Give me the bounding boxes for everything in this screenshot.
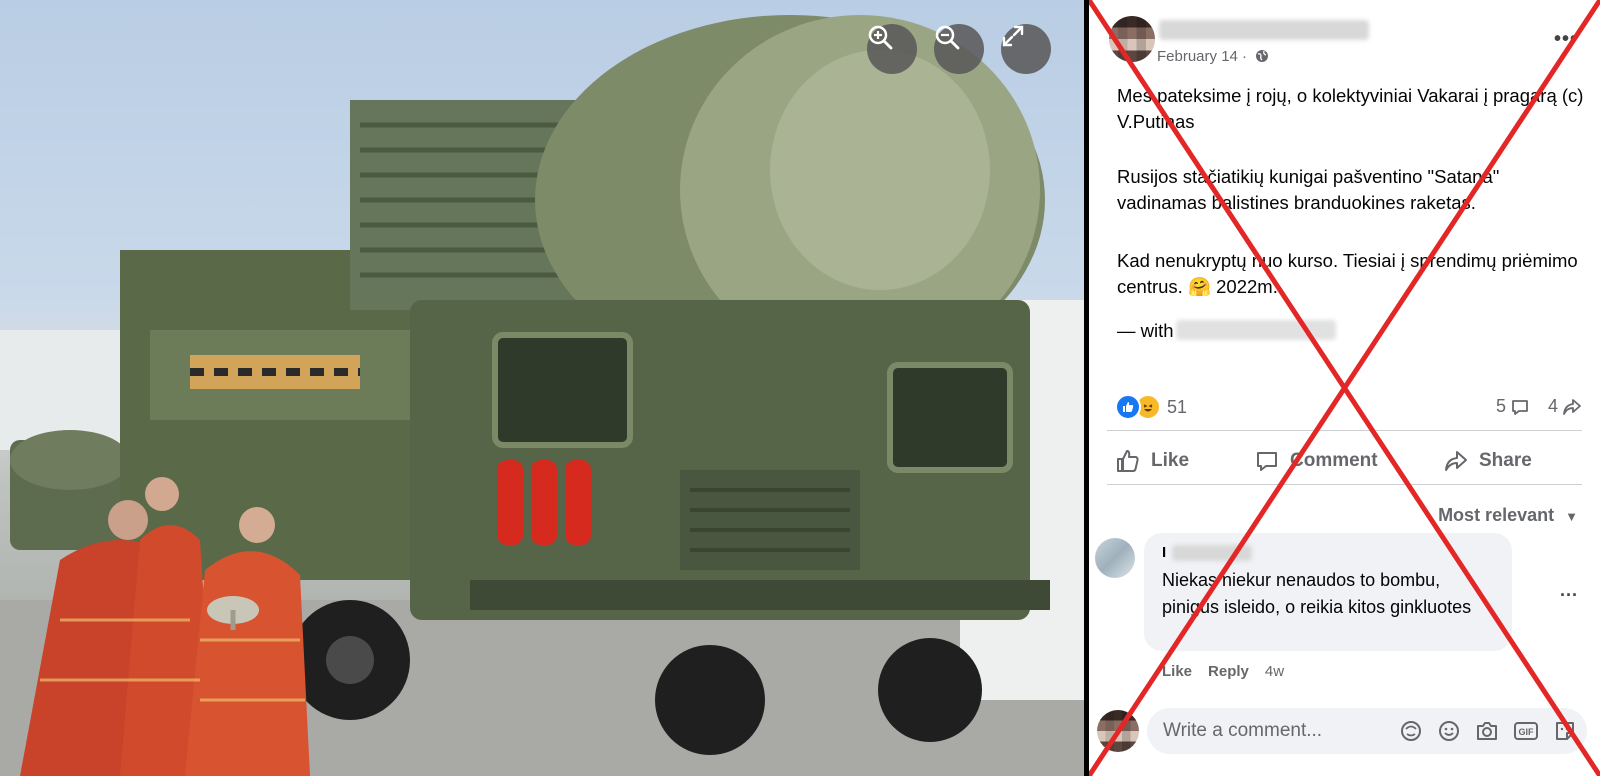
zoom-in-button[interactable] <box>867 24 917 74</box>
comment-composer[interactable]: Write a comment... GIF <box>1147 708 1587 754</box>
zoom-out-icon <box>935 25 960 50</box>
composer-toolbar: GIF <box>1399 719 1577 743</box>
author-avatar[interactable] <box>1109 16 1155 62</box>
post-paragraph-3-text: Kad nenukryptų nuo kurso. Tiesiai į spre… <box>1117 250 1578 297</box>
reaction-summary[interactable]: 51 <box>1115 394 1187 420</box>
emoji-icon[interactable] <box>1437 719 1461 743</box>
post-paragraph-2: Rusijos stačiatikių kunigai pašventino "… <box>1117 166 1500 213</box>
current-user-avatar[interactable] <box>1097 710 1139 752</box>
tagged-person-redacted[interactable] <box>1176 320 1336 340</box>
like-button[interactable]: Like <box>1115 448 1189 474</box>
thumbs-up-icon <box>1117 450 1139 472</box>
caret-down-icon: ▼ <box>1565 509 1578 524</box>
commenter-avatar[interactable] <box>1095 538 1135 578</box>
comment-actions: Like Reply 4w <box>1162 663 1284 680</box>
camera-icon[interactable] <box>1475 719 1499 743</box>
comment-options-button[interactable]: ··· <box>1560 585 1578 606</box>
sticker-icon[interactable] <box>1553 719 1577 743</box>
svg-text:GIF: GIF <box>1519 727 1535 737</box>
comment-age[interactable]: 4w <box>1265 663 1284 680</box>
hugging-emoji: 🤗 <box>1187 276 1211 297</box>
post-meta: February 14 · <box>1157 48 1269 65</box>
comment-reply-button[interactable]: Reply <box>1208 663 1249 680</box>
zoom-in-icon <box>868 25 893 50</box>
author-name-redacted[interactable] <box>1159 20 1369 40</box>
share-button[interactable]: Share <box>1443 448 1532 474</box>
comment-icon <box>1257 452 1277 471</box>
comment-like-button[interactable]: Like <box>1162 663 1192 680</box>
post-panel: February 14 · ••• Mes pateksime į rojų, … <box>1089 0 1600 776</box>
missile-launcher-photo <box>0 15 1084 776</box>
comment-count[interactable]: 5 <box>1496 396 1530 417</box>
reaction-count: 51 <box>1167 396 1188 417</box>
with-prefix: — with <box>1117 320 1174 341</box>
comment-button[interactable]: Comment <box>1254 448 1378 474</box>
commenter-name[interactable]: I <box>1162 544 1166 561</box>
post-paragraph-1: Mes pateksime į rojų, o kolektyviniai Va… <box>1117 85 1584 132</box>
post-options-button[interactable]: ••• <box>1554 28 1578 51</box>
gif-icon[interactable]: GIF <box>1513 719 1539 743</box>
comment-sort-dropdown[interactable]: Most relevant ▼ <box>1438 505 1578 526</box>
engagement-counts: 5 4 <box>1496 396 1582 417</box>
globe-icon <box>1256 50 1269 62</box>
comment-input[interactable]: Write a comment... <box>1163 720 1322 742</box>
tagged-with-line: — with <box>1117 320 1174 342</box>
action-divider-top <box>1107 430 1582 431</box>
post-paragraph-3: Kad nenukryptų nuo kurso. Tiesiai į spre… <box>1117 248 1587 300</box>
comment-bubble: I Niekas niekur nenaudos to bombu, pinig… <box>1144 533 1512 651</box>
avatar-sticker-icon[interactable] <box>1399 719 1423 743</box>
zoom-out-button[interactable] <box>934 24 984 74</box>
share-count[interactable]: 4 <box>1548 396 1582 417</box>
comment-text: Niekas niekur nenaudos to bombu, pinigus… <box>1162 570 1472 617</box>
like-reaction-icon <box>1115 394 1141 420</box>
post-date[interactable]: February 14 <box>1157 48 1238 65</box>
speech-bubble-icon <box>1512 399 1528 415</box>
post-photo[interactable] <box>0 0 1084 776</box>
share-icon <box>1445 451 1467 471</box>
expand-icon <box>1002 25 1024 47</box>
commenter-name-redacted[interactable] <box>1172 545 1252 561</box>
action-divider-bottom <box>1107 484 1582 485</box>
fullscreen-button[interactable] <box>1001 24 1051 74</box>
share-arrow-icon <box>1563 398 1581 415</box>
post-year: 2022m. <box>1216 276 1278 297</box>
